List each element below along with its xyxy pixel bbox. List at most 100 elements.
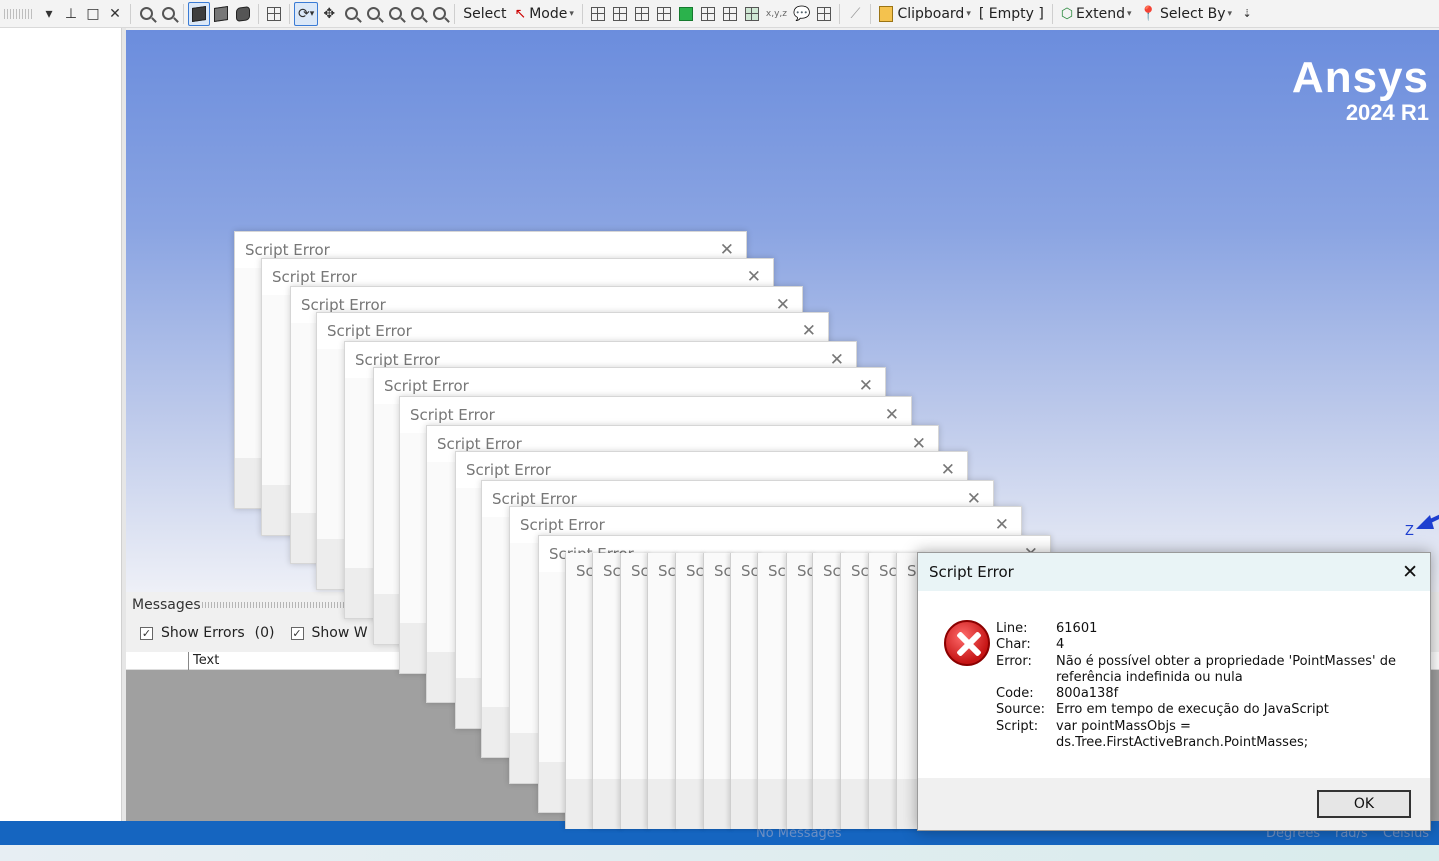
zoom-magnify-icon[interactable] [406,2,428,26]
error-message-value: Não é possível obter a propriedade 'Poin… [1056,653,1396,685]
toolbar-separator [839,3,841,24]
zoom-box-icon[interactable] [362,2,384,26]
pan-icon[interactable]: ✥ [318,2,340,26]
error-line-value: 61601 [1056,621,1098,636]
select-green-body-icon[interactable] [675,2,697,26]
dialog-title: Script Error [929,563,1014,581]
error-message-row: Error: Não é possível obter a propriedade… [996,654,1416,687]
panel-dropdown-icon[interactable]: ▾ [38,2,60,26]
select-vertex-icon[interactable] [587,2,609,26]
messages-title: Messages [132,597,201,613]
extend-dropdown[interactable]: ⬡ Extend ▾ [1057,2,1136,26]
windows-taskbar [0,845,1439,861]
chevron-down-icon: ▾ [966,8,971,19]
annotation-icon[interactable]: 💬 [790,2,813,26]
column-header-text[interactable]: Text [188,652,219,670]
select-by-label: Select By [1160,5,1226,22]
show-warnings-checkbox[interactable]: ✓ [290,626,304,640]
triad-z-arrow [1416,515,1434,529]
close-panel-icon[interactable]: ✕ [104,2,126,26]
clipboard-dropdown[interactable]: Clipboard ▾ [875,2,974,26]
toolbar-separator [454,3,456,24]
triad-z-label: Z [1405,524,1414,539]
background-dialog-title: Script Error [466,461,551,479]
layout-icon[interactable] [263,2,285,26]
background-dialog-close-icon[interactable]: ✕ [859,376,873,396]
background-dialog-title: Script Error [245,241,330,259]
maximize-icon[interactable]: □ [82,2,104,26]
show-errors-checkbox[interactable]: ✓ [140,626,153,640]
stacked-dialog-title: Sc [879,562,897,580]
script-error-dialog: Script Error ✕ Line: 61601 Char: 4 Error: N… [917,552,1431,831]
dialog-close-icon[interactable]: ✕ [1402,561,1418,583]
toolbar-separator [289,3,290,24]
background-dialog-close-icon[interactable]: ✕ [885,405,899,425]
show-warnings-label: Show W [311,625,368,641]
stacked-dialog-title: Sc [658,562,676,580]
zoom-out-icon[interactable] [135,2,157,26]
zoom-previous-icon[interactable] [157,2,179,26]
messages-filter-bar: ✓ Show Errors (0) ✓ Show W [140,625,368,641]
error-script-key: Script: [996,718,1039,734]
select-face-icon[interactable] [631,2,653,26]
error-details: Line: 61601 Char: 4 Error: Não é possível o… [996,621,1416,751]
zoom-icon[interactable] [340,2,362,26]
error-code-row: Code: 800a138f [996,686,1416,702]
background-dialog-title: Script Error [327,322,412,340]
pin-icon[interactable]: ⊥ [60,2,82,26]
ansys-logo: Ansys 2024 R1 [1292,56,1429,126]
error-source-row: Source: Erro em tempo de execução do Java… [996,702,1416,718]
messages-grip[interactable] [202,602,352,608]
select-by-dropdown[interactable]: 📍 Select By ▾ [1136,2,1237,26]
rotate-icon[interactable]: ⟳ ▾ [294,1,319,26]
select-element-icon[interactable] [741,2,763,26]
ansys-logo-name: Ansys [1291,53,1429,102]
select-element-face-icon[interactable] [719,2,741,26]
background-dialog-close-icon[interactable]: ✕ [941,460,955,480]
clipboard-empty-button[interactable]: [ Empty ] [975,2,1048,26]
background-dialog-close-icon[interactable]: ✕ [802,321,816,341]
error-char-value: 4 [1056,637,1065,653]
ansys-mechanical-window: ▾ ⊥ □ ✕ ⟳ ▾ ✥ Select ↖ Mode ▾ x,y,z 💬 ⟋ … [0,0,1439,861]
show-errors-count: (0) [254,625,275,641]
show-errors-label: Show Errors [161,625,245,641]
toolbar-overflow-icon[interactable]: ⇣ [1236,2,1258,26]
zoom-selection-icon[interactable] [428,2,450,26]
background-dialog-title: Script Error [520,516,605,534]
zoom-fit-icon[interactable] [384,2,406,26]
select-node-icon[interactable] [697,2,719,26]
chart-icon[interactable]: ⟋ [844,2,866,26]
background-dialog-close-icon[interactable]: ✕ [747,267,761,287]
body-select-icon[interactable] [188,1,210,26]
error-message-key: Error: [996,653,1032,669]
coordinate-xyz-icon[interactable]: x,y,z [763,2,790,26]
stacked-dialog-title: Sc [768,562,786,580]
select-body-icon[interactable] [653,2,675,26]
background-dialog-close-icon[interactable]: ✕ [720,240,734,260]
toolbar-grip[interactable] [4,8,34,19]
chevron-down-icon: ▾ [1227,8,1233,19]
mode-dropdown[interactable]: ↖ Mode ▾ [510,2,577,26]
error-script-row: Script: var pointMassObjs = ds.Tree.First… [996,719,1416,752]
stacked-dialog-title: Sc [603,562,621,580]
graphics-toolbar: ▾ ⊥ □ ✕ ⟳ ▾ ✥ Select ↖ Mode ▾ x,y,z 💬 ⟋ … [0,0,1439,28]
dialog-titlebar: Script Error ✕ [918,553,1430,591]
background-dialog-close-icon[interactable]: ✕ [995,515,1009,535]
select-edge-icon[interactable] [609,2,631,26]
error-script-value: var pointMassObjs = ds.Tree.FirstActiveB… [1056,718,1309,751]
multi-body-icon[interactable] [232,2,254,26]
toolbar-separator [183,3,184,24]
solid-view-icon[interactable] [210,2,232,26]
location-pin-icon: 📍 [1139,5,1158,22]
select-button[interactable]: Select [459,2,510,26]
label-icon[interactable] [813,2,835,26]
stacked-dialog-title: Sc [823,562,841,580]
error-code-value: 800a138f [1056,686,1119,702]
ok-button[interactable]: OK [1317,790,1411,818]
error-code-key: Code: [996,686,1034,702]
clipboard-label: Clipboard [897,5,965,22]
extend-icon: ⬡ [1060,5,1074,22]
error-line-key: Line: [996,621,1028,636]
chevron-down-icon: ▾ [569,8,574,19]
mode-label: Mode [529,5,568,22]
